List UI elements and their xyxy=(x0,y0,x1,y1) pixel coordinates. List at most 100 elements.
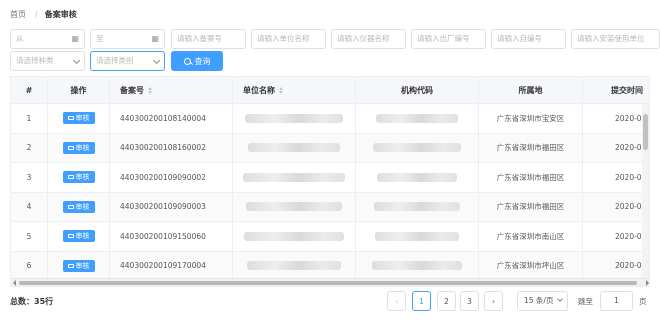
row-action: 审核 xyxy=(48,192,110,221)
horizontal-scrollbar[interactable] xyxy=(11,278,649,286)
audit-button-label: 审核 xyxy=(75,114,90,123)
page-button-3[interactable]: 3 xyxy=(460,291,479,311)
row-submit-time: 2020-01- xyxy=(615,202,650,212)
sort-icon[interactable] xyxy=(148,86,152,94)
query-button-label: 查询 xyxy=(194,56,211,66)
row-action: 审核 xyxy=(48,104,110,133)
row-org-code-redacted xyxy=(356,192,479,221)
table-row: 4 审核 440300200109090003 广东省深圳市福田区 2020-01- xyxy=(11,192,650,222)
filter-form: 从 ▦ 至 ▦ 请输入备案号 请输入单位名称 请输入仪器名称 请输入出厂编号 请… xyxy=(10,29,660,71)
document-icon xyxy=(67,145,74,150)
row-submit-time: 2020-01- xyxy=(615,172,650,182)
row-unit-name-redacted xyxy=(233,163,356,192)
audit-button[interactable]: 审核 xyxy=(62,112,95,125)
row-location: 广东省深圳市福田区 xyxy=(479,163,583,192)
audit-button-label: 审核 xyxy=(75,143,90,152)
row-location: 广东省深圳市福田区 xyxy=(479,192,583,221)
query-button[interactable]: 查询 xyxy=(171,51,223,71)
page-button-2[interactable]: 2 xyxy=(437,291,456,311)
audit-button-label: 审核 xyxy=(75,202,90,211)
date-to-picker[interactable]: 至 ▦ xyxy=(90,29,165,49)
table-row: 6 审核 440300200109170004 广东省深圳市坪山区 2020-01- xyxy=(11,251,650,281)
chevron-down-icon xyxy=(557,296,563,302)
record-no-input[interactable]: 请输入备案号 xyxy=(171,29,246,49)
vertical-scrollbar[interactable] xyxy=(642,104,649,280)
breadcrumb-home[interactable]: 首页 xyxy=(10,9,26,20)
date-from-placeholder: 从 xyxy=(16,34,24,43)
row-record-no: 440300200109090003 xyxy=(110,192,233,221)
audit-button-label: 审核 xyxy=(75,232,90,241)
breadcrumb-separator: / xyxy=(35,9,38,19)
row-record-no: 440300200109090002 xyxy=(110,163,233,192)
audit-button-label: 审核 xyxy=(75,173,90,182)
row-unit-name-redacted xyxy=(233,192,356,221)
date-from-picker[interactable]: 从 ▦ xyxy=(10,29,85,49)
type-placeholder: 请选择类别 xyxy=(96,56,134,65)
header-submit-time: 提交时间 xyxy=(611,85,643,95)
header-org-code: 机构代码 xyxy=(356,77,479,103)
row-record-no: 440300200108160002 xyxy=(110,133,233,162)
row-org-code-redacted xyxy=(356,222,479,251)
page-size-select[interactable]: 15 条/页 xyxy=(517,291,568,311)
audit-button[interactable]: 审核 xyxy=(62,259,95,272)
table-row: 1 审核 440300200108140004 广东省深圳市宝安区 2020-01- xyxy=(11,104,649,134)
page-size-value: 15 条/页 xyxy=(524,296,554,305)
row-index: 3 xyxy=(11,163,48,192)
audit-button-label: 审核 xyxy=(75,261,90,270)
row-location: 广东省深圳市宝安区 xyxy=(479,104,583,133)
prev-page-button[interactable]: ‹ xyxy=(387,291,406,311)
device-name-input[interactable]: 请输入仪器名称 xyxy=(331,29,406,49)
unit-name-input[interactable]: 请输入单位名称 xyxy=(251,29,326,49)
audit-button[interactable]: 审核 xyxy=(62,141,95,154)
table-row: 2 审核 440300200108160002 广东省深圳市福田区 2020-01- xyxy=(11,133,649,163)
table-row: 5 审核 440300200109150060 广东省深圳市南山区 2020-01- xyxy=(11,222,650,252)
row-record-no: 440300200109170004 xyxy=(110,251,233,280)
next-page-button[interactable]: › xyxy=(484,291,503,311)
row-org-code-redacted xyxy=(356,104,479,133)
install-unit-input[interactable]: 请输入安装使用单位 xyxy=(571,29,660,49)
jump-page-input[interactable]: 1 xyxy=(600,291,633,311)
header-index: # xyxy=(11,77,48,103)
document-icon xyxy=(67,116,74,121)
calendar-icon: ▦ xyxy=(71,34,79,43)
header-location: 所属地 xyxy=(479,77,583,103)
page-button-1[interactable]: 1 xyxy=(412,291,431,311)
type-select[interactable]: 请选择类别 xyxy=(90,51,165,71)
document-icon xyxy=(67,204,74,209)
page-suffix: 页 xyxy=(639,297,647,306)
calendar-icon: ▦ xyxy=(151,34,159,43)
row-org-code-redacted xyxy=(356,133,479,162)
row-submit-time: 2020-01- xyxy=(615,231,650,241)
date-to-placeholder: 至 xyxy=(96,34,104,43)
row-location: 广东省深圳市南山区 xyxy=(479,222,583,251)
header-record-no[interactable]: 备案号 xyxy=(110,77,233,103)
audit-button[interactable]: 审核 xyxy=(62,200,95,213)
row-location: 广东省深圳市福田区 xyxy=(479,133,583,162)
self-no-input[interactable]: 请输入自编号 xyxy=(491,29,566,49)
row-index: 2 xyxy=(11,133,48,162)
pagination-bar: 总数：35行 ‹ 1 2 3 › 15 条/页 跳至 1 页 xyxy=(10,291,660,313)
chevron-down-icon xyxy=(72,56,81,65)
row-index: 1 xyxy=(11,104,48,133)
row-unit-name-redacted xyxy=(233,251,356,280)
row-location: 广东省深圳市坪山区 xyxy=(479,251,583,280)
row-index: 6 xyxy=(11,251,48,280)
row-submit-time: 2020-01- xyxy=(615,261,650,271)
row-org-code-redacted xyxy=(356,163,479,192)
breadcrumb: 首页 / 备案审核 xyxy=(10,8,77,20)
scroll-left-arrow-icon[interactable] xyxy=(13,280,16,286)
row-unit-name-redacted xyxy=(233,104,356,133)
factory-no-input[interactable]: 请输入出厂编号 xyxy=(411,29,486,49)
audit-button[interactable]: 审核 xyxy=(62,230,95,243)
category-placeholder: 请选择种类 xyxy=(16,56,54,65)
row-unit-name-redacted xyxy=(233,133,356,162)
header-unit-name[interactable]: 单位名称 xyxy=(233,77,356,103)
category-select[interactable]: 请选择种类 xyxy=(10,51,85,71)
search-icon xyxy=(183,57,191,65)
row-index: 4 xyxy=(11,192,48,221)
sort-icon[interactable] xyxy=(279,86,283,94)
audit-button[interactable]: 审核 xyxy=(62,171,95,184)
chevron-left-icon: ‹ xyxy=(395,296,398,306)
row-record-no: 440300200108140004 xyxy=(110,104,233,133)
scroll-right-arrow-icon[interactable] xyxy=(646,280,649,286)
